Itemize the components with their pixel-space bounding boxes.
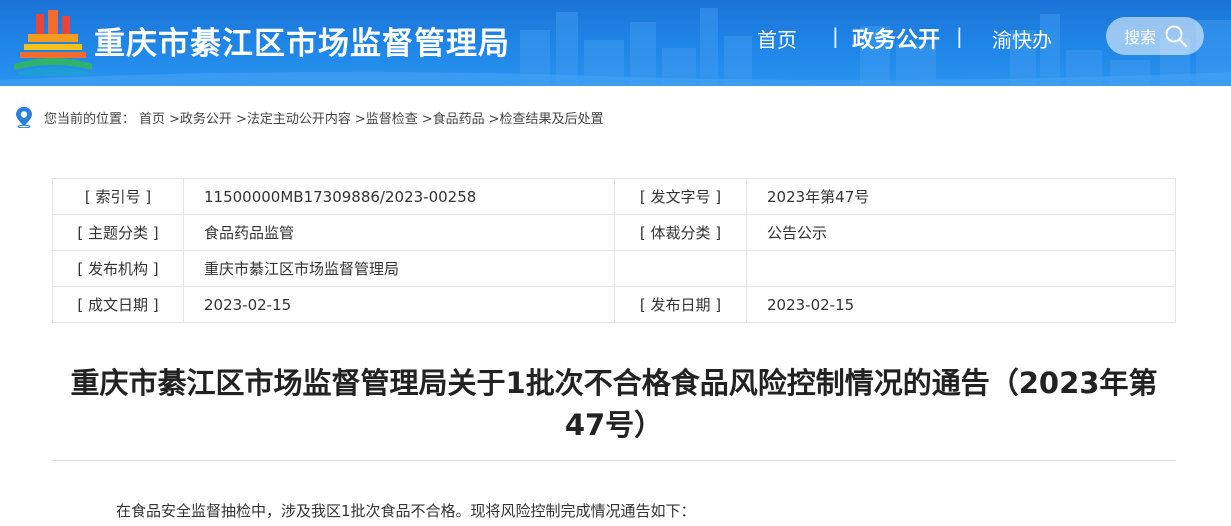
search-label: 搜索	[1124, 28, 1157, 47]
article-title: 重庆市綦江区市场监督管理局关于1批次不合格食品风险控制情况的通告（2023年第4…	[70, 366, 1158, 442]
table-row: [ 索引号 ] 11500000MB17309886/2023-00258 [ …	[52, 178, 1176, 215]
info-value: 2023-02-15	[746, 286, 1176, 323]
info-key: [ 索引号 ]	[52, 178, 184, 215]
document-info-table: [ 索引号 ] 11500000MB17309886/2023-00258 [ …	[52, 178, 1176, 323]
breadcrumb-item[interactable]: >政务公开	[169, 108, 232, 127]
nav-gov-affairs[interactable]: 政务公开	[852, 22, 940, 54]
breadcrumb-item[interactable]: >监督检查	[355, 108, 418, 127]
breadcrumb-item[interactable]: 首页	[139, 108, 165, 127]
info-value: 2023年第47号	[746, 178, 1176, 215]
info-value: 食品药品监管	[183, 214, 615, 251]
search-button[interactable]: 搜索	[1106, 17, 1204, 55]
info-key: [ 发文字号 ]	[614, 178, 747, 215]
info-value	[746, 250, 1176, 287]
nav-separator: |	[832, 24, 839, 48]
info-value: 2023-02-15	[183, 286, 615, 323]
nav-separator: |	[956, 24, 963, 48]
info-key: [ 主题分类 ]	[52, 214, 184, 251]
breadcrumb-item[interactable]: >食品药品	[422, 108, 485, 127]
info-key	[614, 250, 747, 287]
location-pin-icon	[16, 107, 32, 128]
table-row: [ 主题分类 ] 食品药品监管 [ 体裁分类 ] 公告公示	[52, 214, 1176, 251]
table-row: [ 发布机构 ] 重庆市綦江区市场监督管理局	[52, 250, 1176, 287]
table-row: [ 成文日期 ] 2023-02-15 [ 发布日期 ] 2023-02-15	[52, 286, 1176, 323]
info-value: 公告公示	[746, 214, 1176, 251]
info-value: 11500000MB17309886/2023-00258	[183, 178, 615, 215]
search-icon	[1165, 25, 1188, 48]
bureau-logo	[14, 10, 92, 76]
info-key: [ 发布机构 ]	[52, 250, 184, 287]
info-value: 重庆市綦江区市场监督管理局	[183, 250, 615, 287]
breadcrumb: 您当前的位置： 首页 >政务公开 >法定主动公开内容 >监督检查 >食品药品 >…	[14, 106, 608, 128]
info-key: [ 成文日期 ]	[52, 286, 184, 323]
nav-yukuaiban[interactable]: 渝快办	[992, 24, 1052, 53]
site-header: 重庆市綦江区市场监督管理局 首页 | 政务公开 | 渝快办 搜索	[0, 0, 1231, 86]
breadcrumb-prefix: 您当前的位置：	[44, 111, 136, 127]
divider	[52, 460, 1176, 461]
site-title[interactable]: 重庆市綦江区市场监督管理局	[94, 18, 510, 63]
info-key: [ 体裁分类 ]	[614, 214, 747, 251]
breadcrumb-item[interactable]: >检查结果及后处置	[489, 108, 604, 127]
breadcrumb-item[interactable]: >法定主动公开内容	[236, 108, 351, 127]
info-key: [ 发布日期 ]	[614, 286, 747, 323]
nav-home[interactable]: 首页	[757, 24, 797, 53]
article-intro: 在食品安全监督抽检中，涉及我区1批次食品不合格。现将风险控制完成情况通告如下：	[116, 502, 696, 520]
